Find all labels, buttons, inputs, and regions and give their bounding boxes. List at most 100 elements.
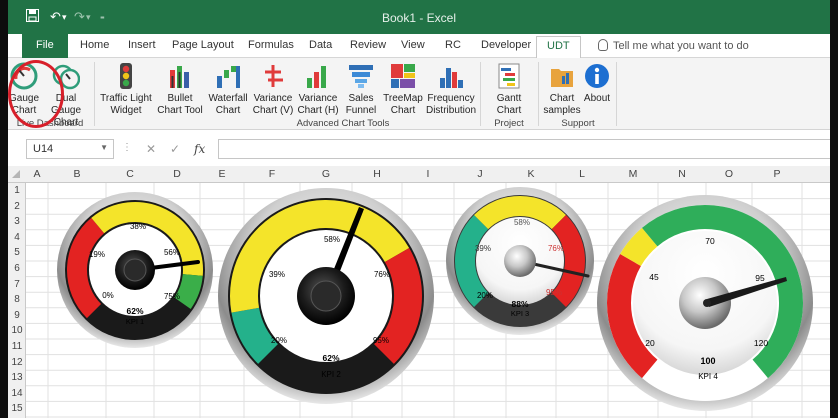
chevron-down-icon: ▼ [100, 143, 108, 152]
column-header[interactable]: D [154, 168, 200, 180]
excel-window: ↶ ▾ ↷ ▾ ₌ Book1 - Excel File Home Insert… [8, 0, 830, 418]
title-bar: ↶ ▾ ↷ ▾ ₌ Book1 - Excel [8, 0, 830, 34]
tab-data[interactable]: Data [309, 39, 332, 51]
gauge-tick-label: 38% [130, 222, 146, 231]
column-header[interactable]: A [26, 168, 48, 180]
row-header[interactable]: 4 [8, 232, 26, 243]
name-box[interactable]: U14 ▼ [26, 139, 114, 159]
gauge-charts: 0% 19% 38% 56% 75% 62% KPI 1 20% 39% 58% [57, 187, 813, 411]
gauge-value: 62% [322, 353, 339, 363]
column-header[interactable]: O [706, 168, 752, 180]
column-header[interactable]: K [506, 168, 556, 180]
column-header[interactable]: J [454, 168, 506, 180]
tab-formulas[interactable]: Formulas [248, 39, 294, 51]
histogram-icon [437, 62, 465, 90]
group-support: Support [561, 118, 595, 129]
gauge-tick-label: 20 [645, 338, 655, 348]
lightbulb-icon [598, 39, 608, 51]
ribbon-tabs: File Home Insert Page Layout Formulas Da… [8, 34, 830, 59]
row-header[interactable]: 9 [8, 310, 26, 321]
treemap-icon [389, 62, 417, 90]
waterfall-chart-icon [214, 62, 242, 90]
column-header[interactable]: I [402, 168, 454, 180]
column-header[interactable]: E [200, 168, 244, 180]
funnel-icon [347, 62, 375, 90]
gantt-chart-button[interactable]: Gantt Chart [484, 62, 534, 117]
row-header[interactable]: 3 [8, 216, 26, 227]
tab-udt[interactable]: UDT [536, 36, 581, 59]
gauge-band-segment [174, 273, 203, 310]
gauge-value: 88% [511, 299, 528, 309]
treemap-chart-button[interactable]: TreeMap Chart [382, 62, 424, 117]
row-header[interactable]: 11 [8, 341, 26, 352]
tab-page-layout[interactable]: Page Layout [172, 39, 234, 51]
folder-chart-icon [548, 62, 576, 90]
tab-file[interactable]: File [22, 34, 68, 58]
column-header[interactable]: H [352, 168, 402, 180]
cancel-icon[interactable]: ✕ [146, 142, 156, 156]
formula-input[interactable] [218, 139, 830, 159]
gauge-value: 100 [700, 356, 715, 366]
group-advanced-chart-tools: Advanced Chart Tools [296, 118, 390, 129]
row-header[interactable]: 8 [8, 294, 26, 305]
gauge-tick-label: 95 [755, 273, 765, 283]
row-header[interactable]: 2 [8, 201, 26, 212]
variance-v-icon [259, 62, 287, 90]
column-header[interactable]: B [48, 168, 106, 180]
ribbon-udt: Gauge Chart Dual Gauge Chart Live Dashboar… [8, 58, 830, 140]
sales-funnel-button[interactable]: Sales Funnel [342, 62, 380, 117]
traffic-light-widget-button[interactable]: Traffic Light Widget [98, 62, 154, 117]
insert-function-icon[interactable]: fx [194, 142, 205, 156]
chart-samples-button[interactable]: Chart samples [542, 62, 582, 117]
tab-view[interactable]: View [401, 39, 425, 51]
bullet-chart-tool-button[interactable]: Bullet Chart Tool [156, 62, 204, 117]
gauge-band-segment [620, 227, 658, 267]
gauge-tick-label: 120 [754, 338, 768, 348]
gauge-tick-label: 95% [546, 288, 562, 297]
row-header[interactable]: 14 [8, 388, 26, 399]
gauge-kpi-1[interactable]: 0% 19% 38% 56% 75% 62% KPI 1 [57, 192, 213, 348]
tab-developer[interactable]: Developer [481, 39, 531, 51]
tab-home[interactable]: Home [80, 39, 109, 51]
tell-me-search[interactable]: Tell me what you want to do [598, 39, 749, 52]
tab-review[interactable]: Review [350, 39, 386, 51]
more-options-icon: ⋮ [122, 142, 132, 153]
gauge-tick-label: 70 [705, 236, 715, 246]
worksheet-grid[interactable]: 0% 19% 38% 56% 75% 62% KPI 1 20% 39% 58% [26, 183, 830, 418]
column-header[interactable]: P [752, 168, 802, 180]
column-header[interactable]: L [556, 168, 608, 180]
gauge-tick-label: 20% [477, 291, 493, 300]
frequency-distribution-button[interactable]: Frequency Distribution [425, 62, 477, 117]
tab-insert[interactable]: Insert [128, 39, 156, 51]
select-all-corner[interactable] [12, 170, 20, 178]
row-header[interactable]: 7 [8, 279, 26, 290]
row-header[interactable]: 5 [8, 247, 26, 258]
enter-icon[interactable]: ✓ [170, 142, 180, 156]
column-header[interactable]: F [244, 168, 300, 180]
gauge-kpi-name: KPI 3 [511, 309, 529, 318]
row-header[interactable]: 6 [8, 263, 26, 274]
gauge-tick-label: 75% [164, 292, 180, 301]
gauge-tick-label: 58% [324, 235, 340, 244]
tab-rc[interactable]: RC [445, 39, 461, 51]
column-header[interactable]: C [106, 168, 154, 180]
gauge-kpi-2[interactable]: 20% 39% 58% 76% 95% 62% KPI 2 [218, 188, 434, 404]
row-header[interactable]: 1 [8, 185, 26, 196]
waterfall-chart-button[interactable]: Waterfall Chart [206, 62, 250, 117]
variance-chart-v-button[interactable]: Variance Chart (V) [251, 62, 295, 117]
column-header[interactable]: N [658, 168, 706, 180]
row-header[interactable]: 10 [8, 325, 26, 336]
row-header[interactable]: 12 [8, 357, 26, 368]
row-header[interactable]: 15 [8, 403, 26, 414]
gauge-kpi-3[interactable]: 20% 39% 58% 76% 95% 88% KPI 3 [446, 187, 594, 335]
variance-chart-h-button[interactable]: Variance Chart (H) [296, 62, 340, 117]
column-header[interactable]: G [300, 168, 352, 180]
about-button[interactable]: About [582, 62, 612, 105]
gauge-tick-label: 20% [271, 336, 287, 345]
group-separator [480, 62, 481, 126]
column-header[interactable]: M [608, 168, 658, 180]
gauge-tick-label: 45 [649, 272, 659, 282]
gauge-kpi-4[interactable]: 20 45 70 95 120 100 KPI 4 [597, 195, 813, 411]
row-headers: 1 2 3 4 5 6 7 8 9 10 11 12 13 14 15 [8, 183, 26, 418]
row-header[interactable]: 13 [8, 372, 26, 383]
